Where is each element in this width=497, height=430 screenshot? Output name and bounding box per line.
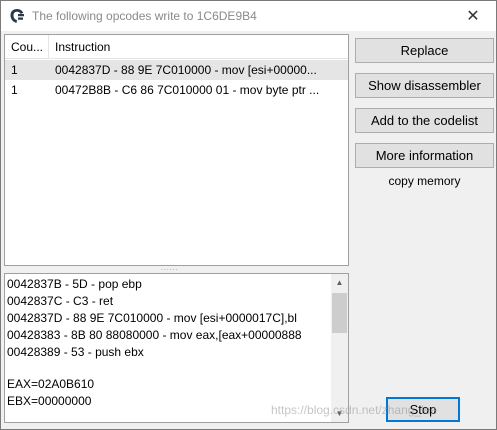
list-header: Cou... Instruction: [5, 35, 348, 59]
disassembly-line: 00428389 - 53 - push ebx: [7, 345, 144, 359]
title-bar: The following opcodes write to 1C6DE9B4 …: [1, 1, 496, 31]
register-line: EAX=02A0B610: [7, 377, 95, 391]
disassembly-lines: 0042837B - 5D - pop ebp 0042837C - C3 - …: [7, 276, 329, 410]
row-instruction: 0042837D - 88 9E 7C010000 - mov [esi+000…: [55, 63, 317, 77]
row-count: 1: [11, 63, 18, 77]
show-disassembler-button[interactable]: Show disassembler: [355, 73, 494, 98]
list-item[interactable]: 1 00472B8B - C6 86 7C010000 01 - mov byt…: [5, 80, 348, 100]
scroll-up-icon[interactable]: ▲: [331, 274, 348, 291]
opcode-writers-window: The following opcodes write to 1C6DE9B4 …: [0, 0, 497, 430]
vertical-scrollbar[interactable]: ▲ ▼: [331, 274, 348, 422]
list-item[interactable]: 1 0042837D - 88 9E 7C010000 - mov [esi+0…: [5, 60, 348, 80]
row-count: 1: [11, 83, 18, 97]
close-icon[interactable]: ✕: [450, 1, 496, 31]
opcode-list[interactable]: Cou... Instruction 1 0042837D - 88 9E 7C…: [4, 34, 349, 266]
disassembly-line: 0042837B - 5D - pop ebp: [7, 277, 142, 291]
replace-button[interactable]: Replace: [355, 38, 494, 63]
cheat-engine-icon: [10, 9, 24, 23]
disassembly-line: 00428383 - 8B 80 88080000 - mov eax,[eax…: [7, 328, 302, 342]
disassembly-line: 0042837C - C3 - ret: [7, 294, 114, 308]
column-header-count[interactable]: Cou...: [5, 35, 49, 59]
scroll-thumb[interactable]: [332, 293, 347, 333]
add-to-codelist-button[interactable]: Add to the codelist: [355, 108, 494, 133]
splitter-handle[interactable]: ......: [161, 265, 189, 272]
disassembly-line: 0042837D - 88 9E 7C010000 - mov [esi+000…: [7, 311, 297, 325]
watermark: https://blog.csdn.net/zhang_lee: [271, 403, 438, 417]
row-instruction: 00472B8B - C6 86 7C010000 01 - mov byte …: [55, 83, 320, 97]
more-information-button[interactable]: More information: [355, 143, 494, 168]
window-title: The following opcodes write to 1C6DE9B4: [32, 9, 257, 23]
copy-memory-label[interactable]: copy memory: [355, 174, 494, 188]
disassembly-view[interactable]: 0042837B - 5D - pop ebp 0042837C - C3 - …: [4, 273, 349, 423]
column-header-instruction[interactable]: Instruction: [49, 35, 348, 59]
